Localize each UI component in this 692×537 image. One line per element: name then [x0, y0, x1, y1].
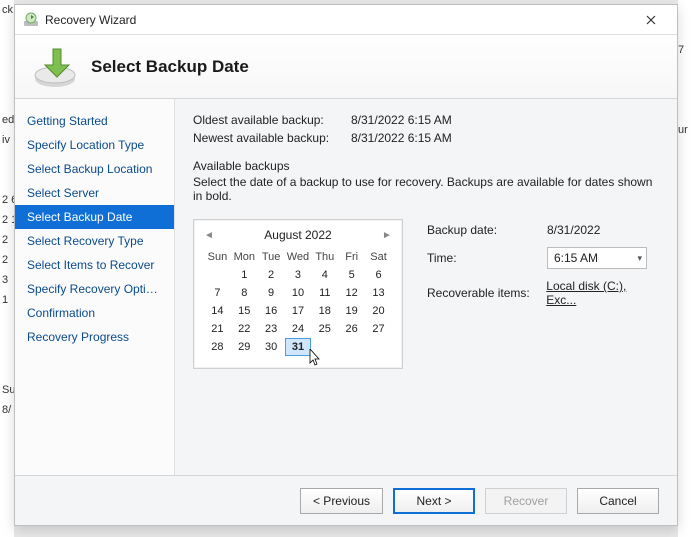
page-heading: Select Backup Date [91, 57, 249, 77]
weekday-mon: Mon [231, 248, 258, 266]
calendar-title: August 2022 [214, 228, 382, 242]
wizard-body: Getting Started Specify Location Type Se… [15, 99, 677, 475]
wizard-main-panel: Oldest available backup: 8/31/2022 6:15 … [175, 99, 677, 475]
weekday-thu: Thu [311, 248, 338, 266]
calendar-day[interactable]: 12 [338, 284, 365, 302]
newest-backup-row: Newest available backup: 8/31/2022 6:15 … [193, 131, 659, 145]
titlebar: Recovery Wizard [15, 5, 677, 35]
time-value: 6:15 AM [554, 251, 598, 265]
calendar-day[interactable]: 20 [365, 302, 392, 320]
calendar-day[interactable]: 19 [338, 302, 365, 320]
recoverable-items-link[interactable]: Local disk (C:), Exc... [546, 279, 659, 307]
calendar-day[interactable]: 7 [204, 284, 231, 302]
recover-button: Recover [485, 488, 567, 514]
wizard-header-icon [31, 43, 79, 91]
wizard-footer: < Previous Next > Recover Cancel [15, 475, 677, 525]
step-specify-recovery-options[interactable]: Specify Recovery Options [15, 277, 174, 301]
window-title: Recovery Wizard [45, 13, 631, 27]
calendar-day[interactable]: 30 [258, 338, 285, 356]
calendar-day[interactable]: 29 [231, 338, 258, 356]
chevron-down-icon: ▾ [637, 253, 642, 264]
calendar-day[interactable]: 25 [311, 320, 338, 338]
calendar-day[interactable]: 26 [338, 320, 365, 338]
previous-button[interactable]: < Previous [300, 488, 383, 514]
background-right-strip: 7 ur [678, 0, 692, 537]
calendar-day[interactable]: 27 [365, 320, 392, 338]
calendar-day [365, 338, 392, 356]
calendar-day[interactable]: 1 [231, 266, 258, 284]
backup-details: Backup date: 8/31/2022 Time: 6:15 AM ▾ R… [427, 219, 659, 369]
calendar-day[interactable]: 8 [231, 284, 258, 302]
next-button[interactable]: Next > [393, 488, 475, 514]
weekday-wed: Wed [285, 248, 312, 266]
step-recovery-progress[interactable]: Recovery Progress [15, 325, 174, 349]
step-getting-started[interactable]: Getting Started [15, 109, 174, 133]
weekday-tue: Tue [258, 248, 285, 266]
calendar-week-row: 28293031 [204, 338, 392, 356]
calendar-week-row: 21222324252627 [204, 320, 392, 338]
calendar-grid: Sun Mon Tue Wed Thu Fri Sat 123456789101… [204, 248, 392, 356]
recoverable-items-label: Recoverable items: [427, 286, 546, 300]
available-backups-label: Available backups [193, 159, 659, 173]
calendar-day [311, 338, 338, 356]
oldest-backup-label: Oldest available backup: [193, 113, 343, 127]
calendar-weekday-row: Sun Mon Tue Wed Thu Fri Sat [204, 248, 392, 266]
time-label: Time: [427, 251, 547, 265]
calendar-day[interactable]: 3 [285, 266, 312, 284]
calendar-day [204, 266, 231, 284]
weekday-sat: Sat [365, 248, 392, 266]
calendar-day[interactable]: 10 [285, 284, 312, 302]
calendar-week-row: 78910111213 [204, 284, 392, 302]
calendar-day[interactable]: 4 [311, 266, 338, 284]
step-confirmation[interactable]: Confirmation [15, 301, 174, 325]
step-select-backup-date[interactable]: Select Backup Date [15, 205, 174, 229]
calendar-day[interactable]: 2 [258, 266, 285, 284]
recovery-wizard-dialog: Recovery Wizard Select Backup Date Getti… [14, 4, 678, 526]
step-select-items-to-recover[interactable]: Select Items to Recover [15, 253, 174, 277]
calendar-day[interactable]: 23 [258, 320, 285, 338]
calendar-day[interactable]: 15 [231, 302, 258, 320]
calendar-day[interactable]: 31 [285, 338, 312, 356]
calendar-next-month[interactable]: ► [382, 230, 392, 241]
calendar-day [338, 338, 365, 356]
calendar-day[interactable]: 18 [311, 302, 338, 320]
newest-backup-value: 8/31/2022 6:15 AM [351, 131, 452, 145]
calendar-day[interactable]: 16 [258, 302, 285, 320]
calendar-day[interactable]: 14 [204, 302, 231, 320]
calendar-day[interactable]: 6 [365, 266, 392, 284]
calendar-day[interactable]: 21 [204, 320, 231, 338]
calendar-day[interactable]: 22 [231, 320, 258, 338]
oldest-backup-value: 8/31/2022 6:15 AM [351, 113, 452, 127]
calendar-day[interactable]: 9 [258, 284, 285, 302]
calendar-week-row: 123456 [204, 266, 392, 284]
backup-date-value: 8/31/2022 [547, 223, 600, 237]
newest-backup-label: Newest available backup: [193, 131, 343, 145]
calendar-day[interactable]: 17 [285, 302, 312, 320]
calendar-day[interactable]: 13 [365, 284, 392, 302]
calendar-prev-month[interactable]: ◄ [204, 230, 214, 241]
background-left-strip: ck ed iv 2 6 2 1 2 2 3 1 Su 8/ [0, 0, 14, 537]
backup-date-label: Backup date: [427, 223, 547, 237]
oldest-backup-row: Oldest available backup: 8/31/2022 6:15 … [193, 113, 659, 127]
close-button[interactable] [631, 9, 671, 31]
step-select-recovery-type[interactable]: Select Recovery Type [15, 229, 174, 253]
weekday-sun: Sun [204, 248, 231, 266]
calendar-week-row: 14151617181920 [204, 302, 392, 320]
app-icon [23, 12, 39, 28]
step-select-server[interactable]: Select Server [15, 181, 174, 205]
available-backups-description: Select the date of a backup to use for r… [193, 175, 659, 203]
weekday-fri: Fri [338, 248, 365, 266]
time-dropdown[interactable]: 6:15 AM ▾ [547, 247, 647, 269]
step-specify-location-type[interactable]: Specify Location Type [15, 133, 174, 157]
wizard-header: Select Backup Date [15, 35, 677, 99]
content-row: ◄ August 2022 ► Sun Mon Tue Wed Thu Fri … [193, 219, 659, 369]
calendar-day[interactable]: 5 [338, 266, 365, 284]
calendar-day[interactable]: 24 [285, 320, 312, 338]
calendar-day[interactable]: 11 [311, 284, 338, 302]
calendar: ◄ August 2022 ► Sun Mon Tue Wed Thu Fri … [193, 219, 403, 369]
calendar-day[interactable]: 28 [204, 338, 231, 356]
wizard-steps-sidebar: Getting Started Specify Location Type Se… [15, 99, 175, 475]
step-select-backup-location[interactable]: Select Backup Location [15, 157, 174, 181]
cancel-button[interactable]: Cancel [577, 488, 659, 514]
